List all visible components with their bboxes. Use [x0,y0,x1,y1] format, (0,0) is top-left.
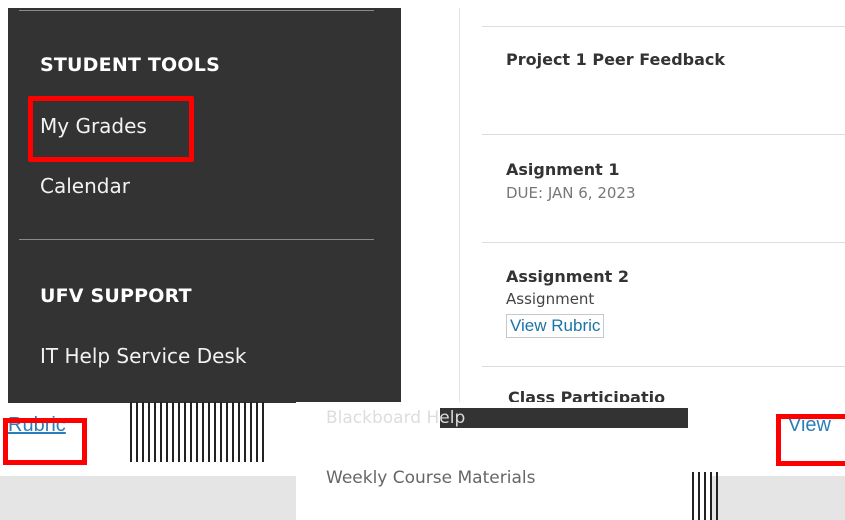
glitch-bars-left [130,402,264,462]
gutter-line [459,8,460,403]
overlay-strip: PCT assessor Rubric Blackboard Help Week… [0,402,845,520]
help-bar [440,408,688,428]
row-divider [482,26,845,27]
content-list: Project 1 Peer Feedback Asignment 1 DUE:… [482,8,845,403]
sidebar-item-my-grades[interactable]: My Grades [40,114,147,138]
row-divider [482,242,845,243]
item-project-1-peer-feedback[interactable]: Project 1 Peer Feedback [506,50,725,69]
sidebar-divider [19,10,374,11]
weekly-course-materials-link[interactable]: Weekly Course Materials [326,468,535,488]
item-due-date: DUE: JAN 6, 2023 [506,184,636,202]
content-gutter [401,8,461,403]
view-rubric-button[interactable]: View Rubric [506,314,605,338]
course-sidebar: STUDENT TOOLS My Grades Calendar UFV SUP… [8,8,401,403]
item-assignment-2[interactable]: Assignment 2 [506,267,629,286]
sidebar-divider [19,239,374,240]
sidebar-item-calendar[interactable]: Calendar [40,174,130,198]
row-divider [482,366,845,367]
rubric-highlight [3,418,87,465]
row-divider [482,134,845,135]
item-type: Assignment [506,290,595,308]
ufv-support-heading: UFV SUPPORT [40,285,192,307]
view-highlight [776,414,845,466]
item-asignment-1[interactable]: Asignment 1 [506,160,620,179]
student-tools-heading: STUDENT TOOLS [40,54,220,76]
blackboard-help-link[interactable]: Blackboard Help [326,408,465,428]
sidebar-item-it-help[interactable]: IT Help Service Desk [40,344,246,368]
glitch-bars-right [692,472,718,520]
